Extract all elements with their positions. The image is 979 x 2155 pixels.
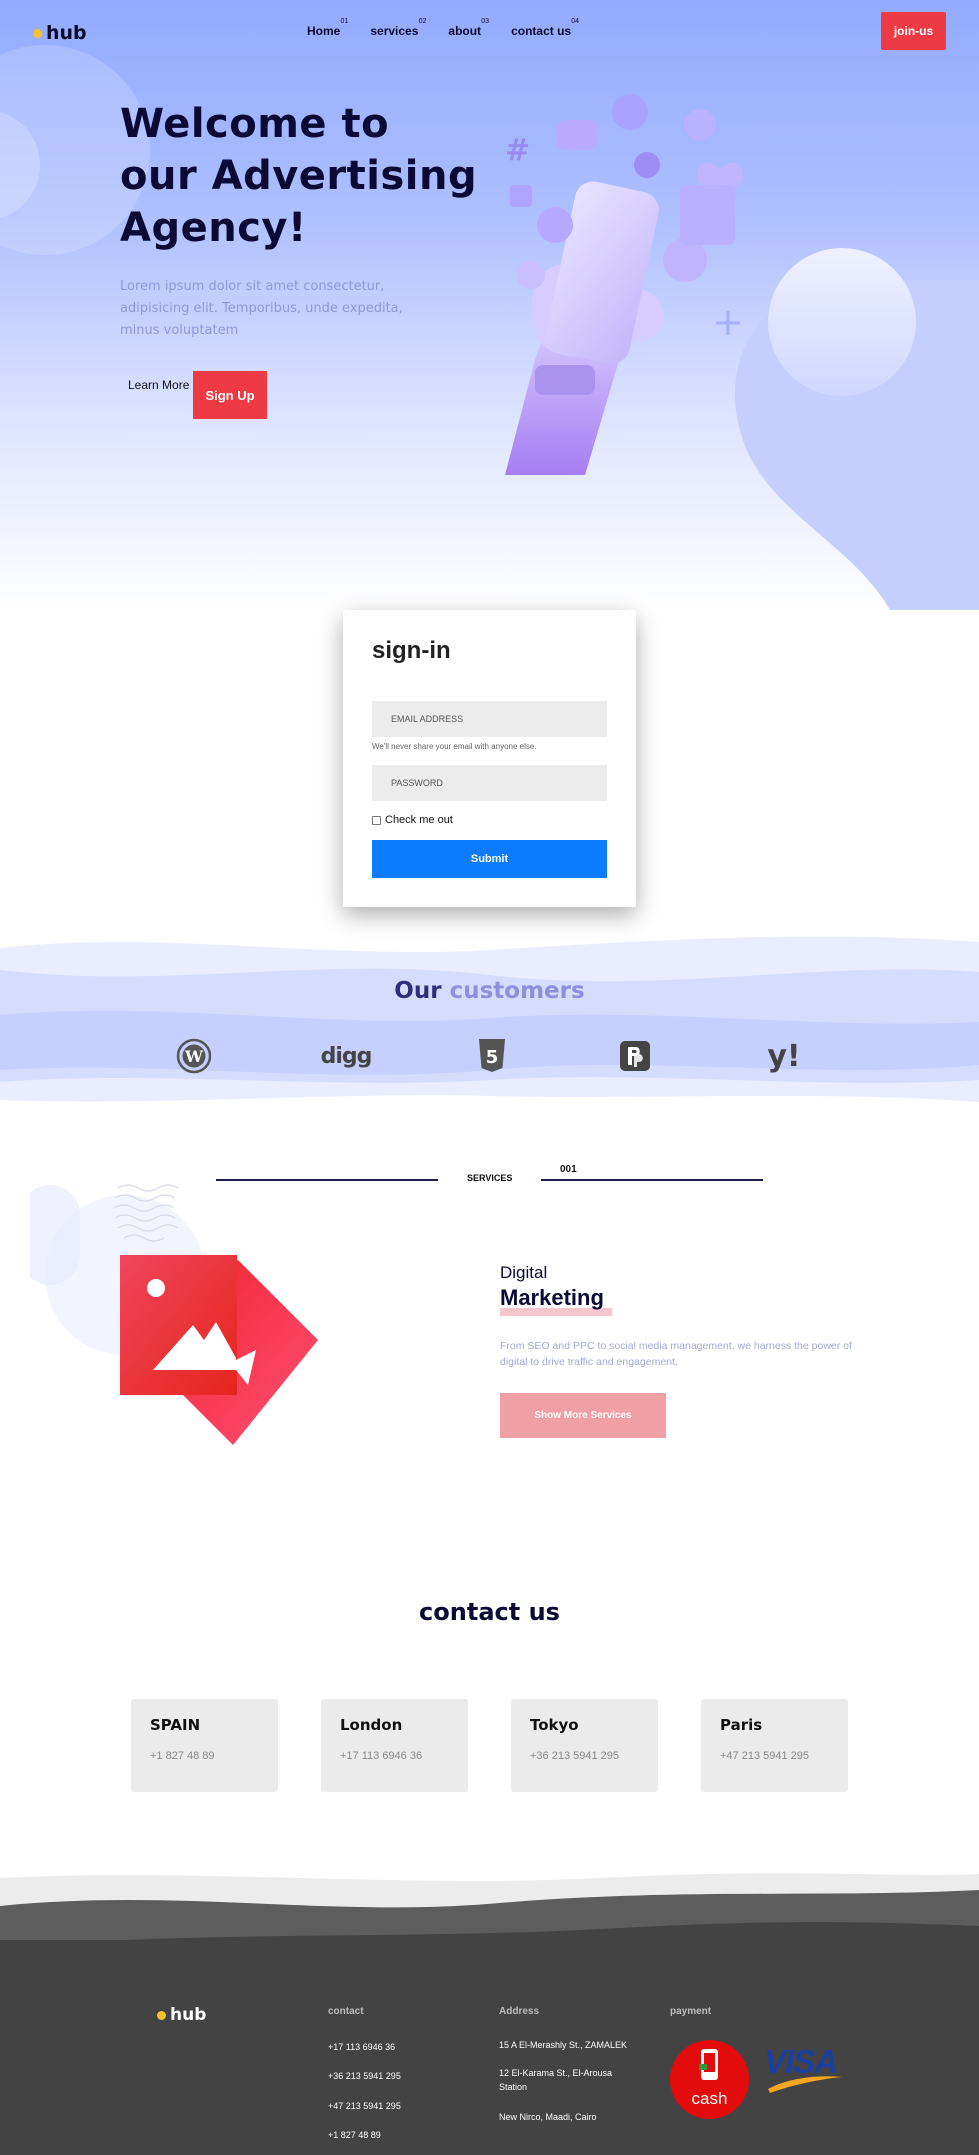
contact-title: contact us	[419, 1598, 560, 1626]
city-phone[interactable]: +1 827 48 89	[150, 1750, 215, 1762]
sign-in-card: sign-in We'll never share your email wit…	[343, 610, 636, 907]
visa-swoosh	[768, 2076, 842, 2093]
footer-wave-decor	[0, 1873, 979, 1948]
footer-address: 12 El-Karama St., El-Arousa Station	[499, 2068, 613, 2092]
contact-card-paris: Paris +47 213 5941 295	[701, 1699, 848, 1792]
city-name: Tokyo	[530, 1716, 579, 1734]
nav-number: 03	[481, 18, 490, 25]
check-me-out-row[interactable]: Check me out	[372, 814, 453, 826]
join-us-button[interactable]: join-us	[881, 12, 946, 50]
hero-section: # + hub Home 01 services 02 about 03 con…	[0, 0, 979, 610]
nav-item-contact[interactable]: contact us 04	[511, 18, 579, 38]
cash-label: cash	[691, 2089, 728, 2108]
email-field[interactable]	[372, 701, 607, 737]
city-phone[interactable]: +36 213 5941 295	[530, 1750, 619, 1762]
checkbox[interactable]	[372, 815, 381, 825]
learn-more-link[interactable]: Learn More	[128, 378, 189, 392]
hero-description: Lorem ipsum dolor sit amet consectetur, …	[120, 279, 403, 338]
contact-card-spain: SPAIN +1 827 48 89	[131, 1699, 278, 1792]
logo-text: hub	[170, 2005, 207, 2025]
contact-card-tokyo: Tokyo +36 213 5941 295	[511, 1699, 658, 1792]
nav-label: Home	[307, 24, 341, 38]
digg-text: digg	[320, 1043, 373, 1069]
show-more-services-button[interactable]: Show More Services	[500, 1393, 666, 1438]
mobile-phone-icon	[699, 2049, 718, 2080]
hero-title: Welcome to our Advertising Agency!	[120, 101, 478, 251]
wordpress-icon: W	[172, 1038, 216, 1074]
customers-title-part2: customers	[449, 978, 585, 1004]
city-name: London	[340, 1716, 403, 1734]
cash-payment-logo: cash	[670, 2040, 749, 2119]
checkbox-label: Check me out	[385, 814, 453, 826]
logo-text: hub	[46, 22, 87, 44]
producthunt-icon	[619, 1038, 651, 1074]
nav-item-home[interactable]: Home 01	[307, 18, 348, 38]
footer-address-heading: Address	[499, 2006, 540, 2017]
nav-number: 04	[571, 18, 580, 25]
customers-wave-background	[0, 936, 979, 1102]
customers-title: Our customers	[0, 978, 979, 1004]
logo-dot-icon	[157, 2010, 166, 2020]
logo[interactable]: hub	[33, 22, 87, 44]
city-phone[interactable]: +47 213 5941 295	[720, 1750, 809, 1762]
hand-phone-illustration: # +	[505, 94, 744, 475]
email-helper-text: We'll never share your email with anyone…	[372, 742, 537, 751]
footer-address: New Nirco, Maadi, Cairo	[499, 2112, 597, 2122]
footer-phone[interactable]: +36 213 5941 295	[328, 2069, 401, 2083]
nav-label: contact us	[511, 24, 572, 38]
service-title: Marketing	[500, 1285, 604, 1310]
image-gallery-icon	[120, 1255, 318, 1445]
nav-number: 01	[340, 18, 349, 25]
main-nav: Home 01 services 02 about 03 contact us …	[307, 18, 579, 38]
svg-text:+: +	[712, 300, 744, 344]
html5-digit: 5	[486, 1047, 499, 1068]
nav-item-about[interactable]: about 03	[448, 18, 489, 38]
contact-card-london: London +17 113 6946 36	[321, 1699, 468, 1792]
hero-decor-circle	[768, 248, 916, 396]
city-phone[interactable]: +17 113 6946 36	[340, 1750, 422, 1762]
submit-button[interactable]: Submit	[372, 840, 607, 878]
services-label: SERVICES	[467, 1173, 513, 1183]
yahoo-icon: y!	[762, 1038, 806, 1074]
nav-item-services[interactable]: services 02	[370, 18, 426, 38]
sign-in-title: sign-in	[372, 637, 451, 664]
service-description: From SEO and PPC to social media managem…	[500, 1340, 852, 1368]
nav-label: services	[370, 24, 419, 38]
services-number: 001	[560, 1164, 577, 1175]
digg-icon: digg	[318, 1038, 374, 1074]
footer-payment-heading: payment	[670, 2006, 712, 2017]
yahoo-text: y!	[767, 1038, 801, 1074]
footer-phone[interactable]: +47 213 5941 295	[328, 2099, 401, 2113]
nav-number: 02	[418, 18, 427, 25]
footer-phone[interactable]: +17 113 6946 36	[328, 2040, 395, 2054]
nav-label: about	[448, 24, 482, 38]
sign-up-button[interactable]: Sign Up	[193, 371, 267, 419]
footer-logo[interactable]: hub	[157, 2005, 206, 2025]
city-name: Paris	[720, 1716, 763, 1734]
visa-logo: VISA	[760, 2043, 845, 2095]
footer-contact-heading: contact	[328, 2006, 364, 2017]
svg-text:#: #	[505, 133, 530, 168]
service-subtitle: Digital	[500, 1263, 548, 1282]
city-name: SPAIN	[150, 1716, 201, 1734]
password-field[interactable]	[372, 765, 607, 801]
svg-text:W: W	[184, 1047, 204, 1066]
footer-address: 15 A El-Merashly St., ZAMALEK	[499, 2040, 628, 2050]
html5-icon: 5	[474, 1038, 510, 1074]
footer-phone[interactable]: +1 827 48 89	[328, 2128, 381, 2142]
logo-dot-icon	[33, 28, 42, 38]
services-divider-right	[541, 1179, 763, 1181]
customers-title-part1: Our	[394, 978, 442, 1004]
services-divider-left	[216, 1179, 438, 1181]
